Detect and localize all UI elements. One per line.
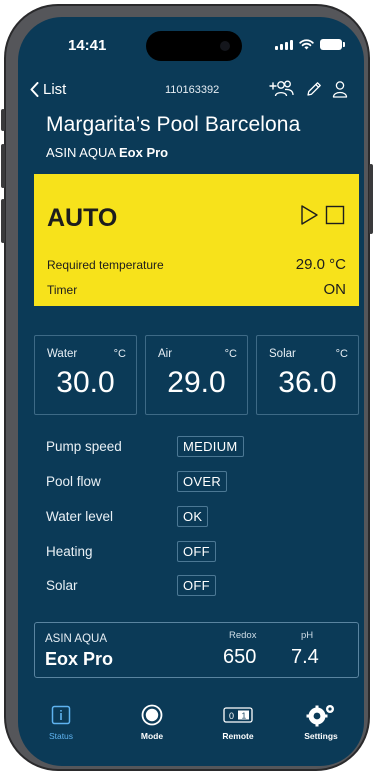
ph-value: 7.4 xyxy=(291,646,319,668)
status-label: Pool flow xyxy=(46,474,101,489)
volume-up-button xyxy=(1,144,5,188)
status-badge: OK xyxy=(177,506,209,527)
solar-temp-tile: Solar °C 36.0 xyxy=(256,335,359,415)
device-subtitle: ASIN AQUA Eox Pro xyxy=(46,145,168,160)
tab-status[interactable]: Status xyxy=(26,702,96,741)
pump-speed-row: Pump speed MEDIUM xyxy=(46,436,246,458)
timer-row: Timer ON xyxy=(47,281,346,298)
svg-text:0: 0 xyxy=(229,711,234,721)
mode-panel[interactable]: AUTO Required temperature 29.0 °C Timer … xyxy=(34,174,359,306)
mode-circle-icon xyxy=(141,704,163,726)
dynamic-island xyxy=(146,31,242,61)
svg-text:1: 1 xyxy=(242,711,247,721)
water-level-row: Water level OK xyxy=(46,506,246,528)
status-label: Heating xyxy=(46,544,93,559)
tab-mode[interactable]: Mode xyxy=(117,702,187,741)
status-badge: MEDIUM xyxy=(177,436,244,457)
status-bar: 14:41 xyxy=(18,17,364,67)
status-badge: OFF xyxy=(177,575,216,596)
status-label: Pump speed xyxy=(46,439,122,454)
user-icon[interactable] xyxy=(332,80,348,98)
nav-actions xyxy=(266,79,348,99)
nav-bar: List 110163392 xyxy=(18,79,364,105)
device-brand: ASIN AQUA xyxy=(46,145,116,160)
wifi-icon xyxy=(299,39,314,50)
redox-label: Redox xyxy=(229,630,257,641)
tile-unit: °C xyxy=(335,348,348,360)
device-id: 110163392 xyxy=(165,84,220,96)
tile-value: 36.0 xyxy=(278,366,337,399)
tab-label: Status xyxy=(48,731,74,741)
tab-settings[interactable]: Settings xyxy=(286,702,356,741)
status-icons xyxy=(275,39,345,50)
info-icon xyxy=(51,705,71,725)
device-model: Eox Pro xyxy=(119,145,169,160)
play-icon[interactable] xyxy=(299,204,319,226)
timer-value: ON xyxy=(323,281,347,298)
required-temperature-label: Required temperature xyxy=(47,258,164,272)
mode-controls xyxy=(299,204,345,226)
tile-value: 29.0 xyxy=(167,366,226,399)
tab-label: Remote xyxy=(222,731,254,741)
required-temperature-value: 29.0 °C xyxy=(295,256,346,273)
status-badge: OVER xyxy=(177,471,228,492)
tile-value: 30.0 xyxy=(56,366,115,399)
phone-frame: 14:41 List 110163392 Margarita’s Pool Ba… xyxy=(1,4,373,771)
tile-label: Air xyxy=(158,348,173,360)
status-time: 14:41 xyxy=(68,37,107,54)
volume-down-button xyxy=(1,199,5,243)
tile-label: Water xyxy=(47,348,78,360)
pool-name: Margarita’s Pool Barcelona xyxy=(46,113,301,136)
card-model: Eox Pro xyxy=(45,649,114,669)
edit-pencil-icon[interactable] xyxy=(305,80,323,98)
tile-unit: °C xyxy=(224,348,237,360)
solar-row: Solar OFF xyxy=(46,575,246,597)
redox-value: 650 xyxy=(223,646,257,668)
heating-row: Heating OFF xyxy=(46,541,246,563)
status-label: Solar xyxy=(46,578,78,593)
tab-remote[interactable]: 0 1 Remote xyxy=(203,702,273,741)
side-button xyxy=(1,109,5,131)
timer-label: Timer xyxy=(47,283,78,297)
status-badge: OFF xyxy=(177,541,216,562)
mode-label: AUTO xyxy=(47,204,118,232)
signal-icon xyxy=(275,40,293,50)
back-label: List xyxy=(43,81,67,98)
tab-label: Settings xyxy=(304,731,338,741)
ph-label: pH xyxy=(301,630,314,641)
battery-icon xyxy=(320,39,345,50)
power-button xyxy=(369,164,373,234)
chevron-left-icon xyxy=(30,82,39,97)
status-label: Water level xyxy=(46,509,114,524)
remote-switch-icon: 0 1 xyxy=(223,707,253,723)
water-temp-tile: Water °C 30.0 xyxy=(34,335,137,415)
tile-label: Solar xyxy=(269,348,296,360)
stop-icon[interactable] xyxy=(325,205,345,225)
pool-flow-row: Pool flow OVER xyxy=(46,471,246,493)
card-brand: ASIN AQUA xyxy=(45,633,107,645)
tab-label: Mode xyxy=(140,731,164,741)
tab-bar: Status Mode 0 1 Remote Settings xyxy=(18,702,364,762)
back-button[interactable]: List xyxy=(30,81,66,98)
add-users-icon[interactable] xyxy=(266,79,296,99)
app-screen: 14:41 List 110163392 Margarita’s Pool Ba… xyxy=(18,17,364,766)
tile-unit: °C xyxy=(113,348,126,360)
device-card[interactable]: ASIN AQUA Eox Pro Redox 650 pH 7.4 xyxy=(34,622,359,678)
required-temperature-row: Required temperature 29.0 °C xyxy=(47,256,346,273)
gear-icon xyxy=(306,705,334,727)
air-temp-tile: Air °C 29.0 xyxy=(145,335,248,415)
